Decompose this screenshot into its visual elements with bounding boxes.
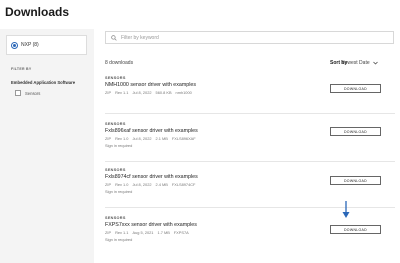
item-size: 1.7 MB [157,230,170,235]
filter-heading: FILTER BY [11,67,32,71]
item-rev: Rev 1.1 [115,230,129,235]
vendor-radio[interactable] [11,41,18,49]
vendor-label: NXP (8) [21,42,39,48]
item-part: nmh1000 [175,90,192,95]
item-date: Aug 5, 2021 [132,230,154,235]
sign-in-required: Sign in required [105,237,133,242]
download-button[interactable]: DOWNLOAD [330,176,381,185]
item-date: Jul 8, 2022 [132,136,152,141]
page-title: Downloads [5,5,70,19]
filter-option-sensors[interactable]: Sensors [11,90,40,96]
results-count: 8 downloads [105,60,134,66]
item-part: FXPS7A [173,230,189,235]
search-input[interactable] [121,34,321,41]
search-box[interactable] [105,31,394,44]
sidebar [0,29,94,263]
divider [105,207,395,208]
item-part: FXLS896XAF [171,136,196,141]
item-rev: Rev 1.0 [115,136,129,141]
chevron-down-icon [372,61,378,65]
sign-in-required: Sign in required [105,189,133,194]
item-size: 560.8 KB [155,90,172,95]
arrow-down-icon [342,201,350,218]
sort-value: Newest Date [341,60,370,66]
item-rev: Rev 1.0 [115,182,129,187]
item-category: SENSORS [105,216,126,220]
download-button[interactable]: DOWNLOAD [330,84,381,93]
item-part: FXLS8974CF [171,182,196,187]
item-category: SENSORS [105,168,126,172]
item-meta: ZIP Rev 1.0 Jul 8, 2022 2.1 MB FXLS896XA… [105,136,395,141]
item-type: ZIP [105,90,112,95]
filter-option-label: Sensors [25,90,41,96]
item-type: ZIP [105,136,112,141]
download-button[interactable]: DOWNLOAD [330,225,381,234]
item-type: ZIP [105,230,112,235]
item-date: Jul 8, 2022 [132,90,152,95]
item-size: 2.1 MB [155,136,168,141]
item-type: ZIP [105,182,112,187]
item-date: Jul 8, 2022 [132,182,152,187]
filter-group-title: Embedded Application Software [11,80,76,85]
download-button[interactable]: DOWNLOAD [330,127,381,136]
item-category: SENSORS [105,76,126,80]
search-icon [111,34,117,41]
sign-in-required: Sign in required [105,143,133,148]
divider [105,113,395,114]
vendor-filter[interactable]: NXP (8) [6,35,87,55]
item-size: 2.4 MB [155,182,168,187]
item-rev: Rev 1.1 [115,90,129,95]
divider [105,161,395,162]
sort-select[interactable]: Newest Date [341,60,378,66]
sensors-checkbox[interactable] [15,90,21,96]
